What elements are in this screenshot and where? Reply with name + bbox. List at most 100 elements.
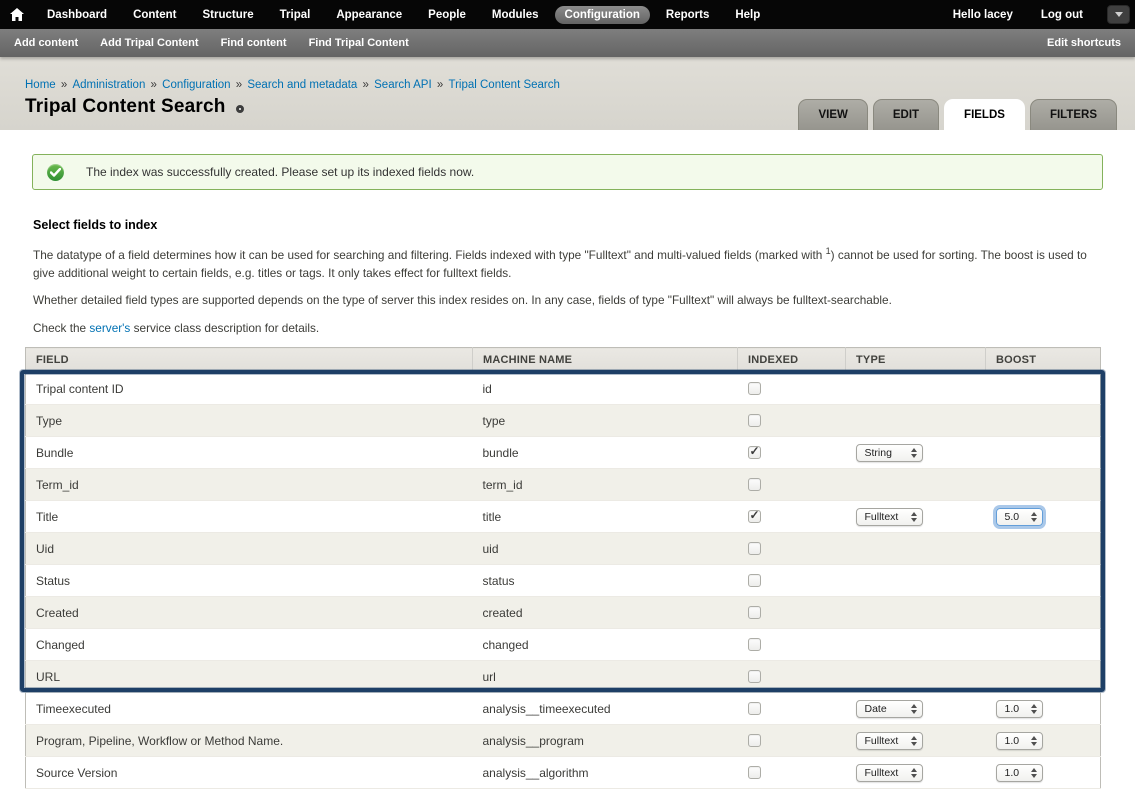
type-cell: Date	[846, 693, 986, 725]
admin-menu-item-structure[interactable]: Structure	[193, 6, 264, 24]
breadcrumb-link-home[interactable]: Home	[25, 79, 56, 91]
select-value: 5.0	[1005, 511, 1027, 523]
machine-name: created	[473, 597, 738, 629]
boost-select[interactable]: 5.0	[996, 508, 1043, 526]
tab-view[interactable]: VIEW	[798, 99, 867, 130]
indexed-checkbox[interactable]	[748, 542, 761, 555]
paragraph-text: The datatype of a field determines how i…	[33, 248, 826, 262]
admin-menu-item-help[interactable]: Help	[725, 6, 770, 24]
home-icon[interactable]	[0, 8, 34, 21]
indexed-checkbox[interactable]	[748, 670, 761, 683]
paragraph-text: Check the	[33, 321, 89, 335]
type-cell: Fulltext	[846, 725, 986, 757]
indexed-checkbox[interactable]	[748, 638, 761, 651]
column-header-indexed: INDEXED	[738, 348, 846, 373]
up-down-arrows-icon	[1031, 704, 1037, 714]
shortcut-item-add-content[interactable]: Add content	[3, 37, 89, 49]
section-heading: Select fields to index	[33, 218, 1102, 232]
table-row-analysis-program: Program, Pipeline, Workflow or Method Na…	[26, 725, 1101, 757]
type-select[interactable]: String	[856, 444, 923, 462]
indexed-checkbox[interactable]	[748, 766, 761, 779]
description-paragraph-1: The datatype of a field determines how i…	[33, 245, 1100, 282]
type-select[interactable]: Fulltext	[856, 764, 923, 782]
select-value: String	[865, 447, 907, 459]
admin-menu-item-tripal[interactable]: Tripal	[270, 6, 321, 24]
indexed-checkbox[interactable]	[748, 606, 761, 619]
table-row-status: Statusstatus	[26, 565, 1101, 597]
machine-name: url	[473, 661, 738, 693]
shortcut-item-find-content[interactable]: Find content	[210, 37, 298, 49]
field-label: Type	[26, 405, 473, 437]
boost-select[interactable]: 1.0	[996, 732, 1043, 750]
indexed-checkbox[interactable]	[748, 478, 761, 491]
logout-link[interactable]: Log out	[1031, 6, 1093, 24]
field-label: Created	[26, 597, 473, 629]
indexed-cell	[738, 565, 846, 597]
indexed-checkbox[interactable]	[748, 702, 761, 715]
admin-menu-item-content[interactable]: Content	[123, 6, 186, 24]
type-select[interactable]: Fulltext	[856, 508, 923, 526]
type-select[interactable]: Fulltext	[856, 732, 923, 750]
shortcut-item-add-tripal-content[interactable]: Add Tripal Content	[89, 37, 209, 49]
select-value: 1.0	[1005, 703, 1027, 715]
indexed-cell	[738, 757, 846, 789]
indexed-checkbox[interactable]	[748, 574, 761, 587]
breadcrumb-link-administration[interactable]: Administration	[72, 79, 145, 91]
table-row-term-id: Term_idterm_id	[26, 469, 1101, 501]
indexed-checkbox[interactable]	[748, 414, 761, 427]
indexed-checkbox[interactable]	[748, 382, 761, 395]
field-label: URL	[26, 661, 473, 693]
indexed-cell	[738, 469, 846, 501]
edit-shortcuts-link[interactable]: Edit shortcuts	[1036, 37, 1135, 49]
type-cell	[846, 565, 986, 597]
indexed-checkbox[interactable]	[748, 446, 761, 459]
type-select[interactable]: Date	[856, 700, 923, 718]
success-check-icon	[47, 164, 64, 181]
fields-table-wrap: FIELDMACHINE NAMEINDEXEDTYPEBOOST Tripal…	[25, 347, 1100, 789]
breadcrumb-link-search-and-metadata[interactable]: Search and metadata	[247, 79, 357, 91]
admin-menu-item-configuration[interactable]: Configuration	[555, 6, 650, 24]
boost-select[interactable]: 1.0	[996, 764, 1043, 782]
main-content: The index was successfully created. Plea…	[0, 130, 1135, 790]
admin-menu-item-reports[interactable]: Reports	[656, 6, 719, 24]
tab-fields[interactable]: FIELDS	[944, 99, 1025, 130]
server-link[interactable]: server's	[89, 321, 130, 335]
table-row-id: Tripal content IDid	[26, 373, 1101, 405]
table-row-analysis-algorithm: Source Versionanalysis__algorithmFulltex…	[26, 757, 1101, 789]
table-row-changed: Changedchanged	[26, 629, 1101, 661]
breadcrumb-link-search-api[interactable]: Search API	[374, 79, 432, 91]
type-cell	[846, 597, 986, 629]
indexed-cell	[738, 405, 846, 437]
type-cell	[846, 373, 986, 405]
indexed-cell	[738, 501, 846, 533]
breadcrumb-link-tripal-content-search[interactable]: Tripal Content Search	[448, 79, 559, 91]
indexed-cell	[738, 693, 846, 725]
tab-filters[interactable]: FILTERS	[1030, 99, 1117, 130]
admin-menu-item-appearance[interactable]: Appearance	[326, 6, 412, 24]
up-down-arrows-icon	[1031, 768, 1037, 778]
user-greeting[interactable]: Hello lacey	[943, 6, 1023, 24]
primary-tabs: VIEWEDITFIELDSFILTERS	[798, 99, 1117, 130]
select-value: Fulltext	[865, 735, 907, 747]
boost-select[interactable]: 1.0	[996, 700, 1043, 718]
add-shortcut-icon[interactable]	[236, 105, 244, 113]
indexed-checkbox[interactable]	[748, 510, 761, 523]
boost-cell	[986, 437, 1101, 469]
shortcut-menu: Add contentAdd Tripal ContentFind conten…	[0, 37, 420, 49]
shortcut-item-find-tripal-content[interactable]: Find Tripal Content	[298, 37, 420, 49]
toolbar-toggle-button[interactable]	[1107, 5, 1130, 24]
tab-edit[interactable]: EDIT	[873, 99, 939, 130]
description-paragraph-3: Check the server's service class descrip…	[33, 319, 1100, 337]
indexed-checkbox[interactable]	[748, 734, 761, 747]
indexed-cell	[738, 597, 846, 629]
up-down-arrows-icon	[911, 512, 917, 522]
admin-toolbar-right: Hello lacey Log out	[939, 5, 1135, 24]
admin-menu-item-dashboard[interactable]: Dashboard	[37, 6, 117, 24]
admin-menu-item-modules[interactable]: Modules	[482, 6, 549, 24]
admin-menu-item-people[interactable]: People	[418, 6, 476, 24]
admin-menu: Dashboard Content Structure Tripal Appearanc…	[34, 6, 773, 24]
breadcrumb-link-configuration[interactable]: Configuration	[162, 79, 230, 91]
table-row-title: TitletitleFulltext5.0	[26, 501, 1101, 533]
select-value: 1.0	[1005, 735, 1027, 747]
select-value: 1.0	[1005, 767, 1027, 779]
